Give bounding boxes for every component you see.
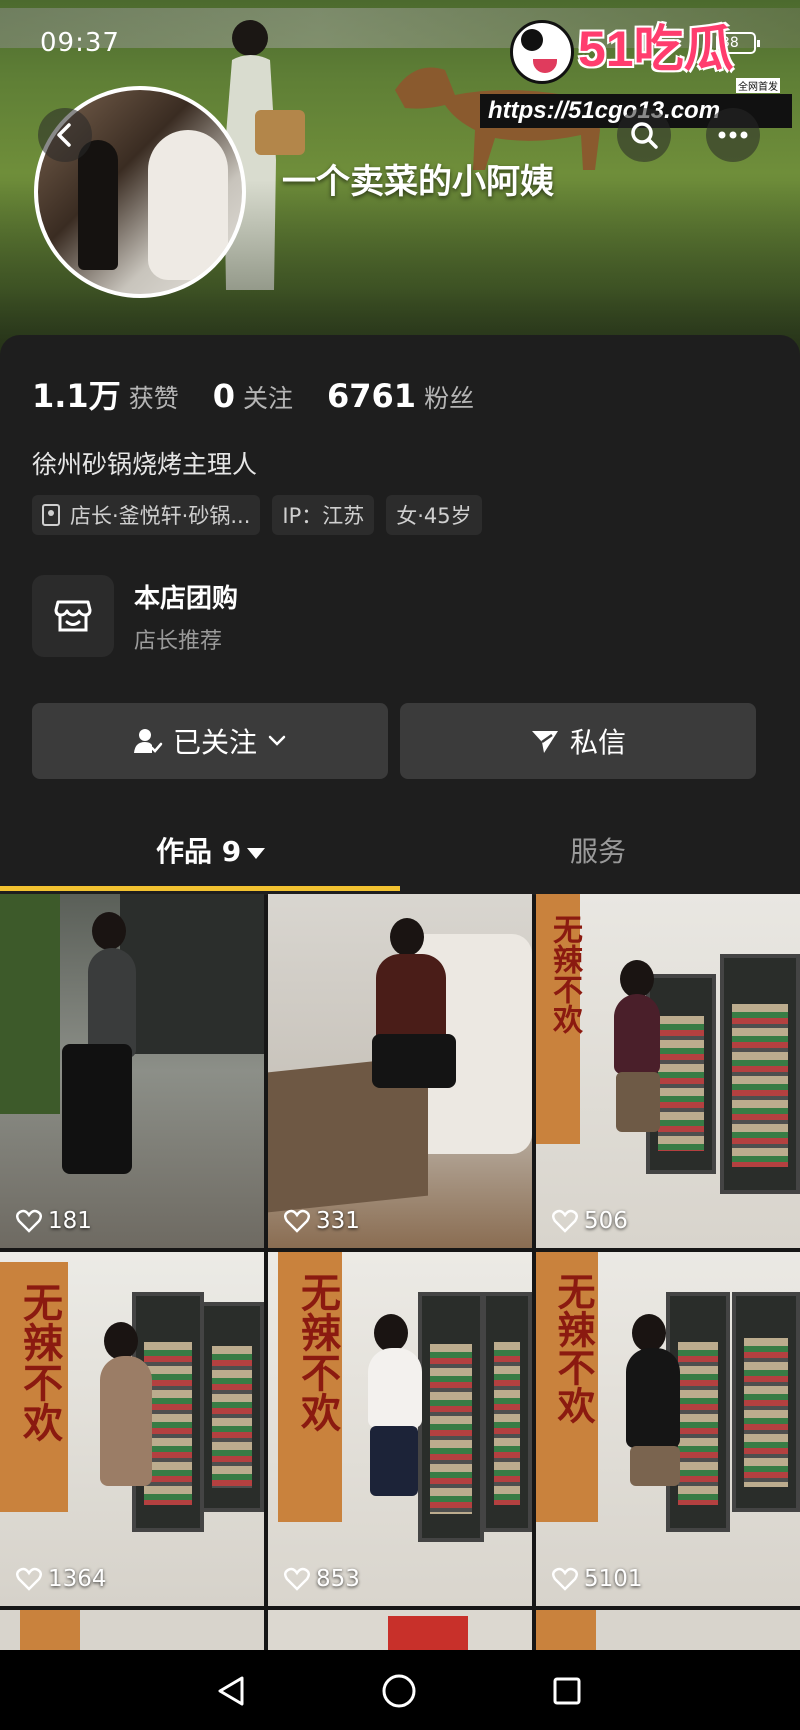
following-button[interactable]: 已关注 xyxy=(32,703,388,779)
heart-icon xyxy=(16,1567,42,1591)
video-thumb[interactable]: 181 xyxy=(0,894,264,1248)
video-likes-count: 853 xyxy=(316,1566,360,1592)
banner-text: 无辣不欢 xyxy=(551,1272,595,1424)
square-recents-icon xyxy=(553,1677,581,1705)
video-thumb[interactable]: 无辣不欢 506 xyxy=(536,894,800,1248)
search-icon xyxy=(631,122,658,149)
watermark-tag: 全网首发 xyxy=(736,78,780,93)
profile-tags: 店长·釜悦轩·砂锅... IP：江苏 女·45岁 xyxy=(32,495,494,535)
tag-gender-age-label: 女·45岁 xyxy=(396,504,472,528)
nav-back-button[interactable] xyxy=(208,1668,254,1714)
tag-store-label: 店长·釜悦轩·砂锅... xyxy=(70,504,251,528)
store-icon xyxy=(32,575,114,657)
tag-ip-label: IP：江苏 xyxy=(282,504,365,528)
group-buy-subtitle: 店长推荐 xyxy=(134,628,223,654)
circle-home-icon xyxy=(382,1674,416,1708)
video-grid: 181 331 无辣不欢 506 无辣不欢 1364 无辣不欢 853 无辣不欢… xyxy=(0,894,800,1650)
tab-service[interactable]: 服务 xyxy=(570,830,626,870)
stat-likes-label: 获赞 xyxy=(128,384,179,413)
heart-icon xyxy=(552,1567,578,1591)
following-label: 已关注 xyxy=(172,726,257,759)
video-thumb[interactable] xyxy=(268,1610,532,1650)
user-check-icon xyxy=(133,729,163,753)
video-thumb[interactable]: 无辣不欢 5101 xyxy=(536,1252,800,1606)
video-likes-count: 1364 xyxy=(48,1566,107,1592)
mascot-logo-icon xyxy=(510,20,574,84)
id-card-icon xyxy=(42,504,60,526)
system-nav-bar xyxy=(0,1650,800,1730)
more-dots-icon xyxy=(718,131,748,139)
group-buy-entry[interactable]: 本店团购 店长推荐 xyxy=(32,575,238,657)
video-likes: 5101 xyxy=(552,1566,643,1592)
message-label: 私信 xyxy=(569,726,626,759)
stat-following[interactable]: 0 关注 xyxy=(213,377,293,415)
tag-gender-age: 女·45岁 xyxy=(386,495,482,535)
triangle-back-icon xyxy=(218,1676,244,1706)
heart-icon xyxy=(16,1209,42,1233)
video-likes: 506 xyxy=(552,1208,628,1234)
tab-works[interactable]: 作品 9 xyxy=(156,830,266,870)
status-time: 09:37 xyxy=(40,28,120,58)
profile-stats: 1.1万 获赞 0 关注 6761 粉丝 xyxy=(32,371,508,417)
profile-tabs: 作品 9 服务 xyxy=(0,800,800,892)
avatar-bust xyxy=(148,130,228,280)
video-likes: 1364 xyxy=(16,1566,107,1592)
stat-following-label: 关注 xyxy=(242,384,293,413)
chevron-down-icon xyxy=(268,735,286,746)
video-thumb[interactable]: 331 xyxy=(268,894,532,1248)
tab-works-label: 作品 9 xyxy=(156,835,242,868)
profile-bio: 徐州砂锅烧烤主理人 xyxy=(32,450,258,479)
video-thumb[interactable]: 无辣不欢 1364 xyxy=(0,1252,264,1606)
search-button[interactable] xyxy=(617,108,671,162)
video-thumb[interactable]: 无辣不欢 853 xyxy=(268,1252,532,1606)
banner-text: 无辣不欢 xyxy=(294,1272,340,1432)
video-likes: 853 xyxy=(284,1566,360,1592)
video-likes-count: 331 xyxy=(316,1208,360,1234)
video-likes: 181 xyxy=(16,1208,92,1234)
watermark-brand: 51吃瓜 xyxy=(578,21,734,77)
caret-down-icon xyxy=(247,847,266,859)
video-thumb[interactable] xyxy=(536,1610,800,1650)
avatar-figure xyxy=(78,140,118,270)
heart-icon xyxy=(284,1567,310,1591)
stat-likes[interactable]: 1.1万 获赞 xyxy=(32,371,179,417)
stat-followers-label: 粉丝 xyxy=(424,384,475,413)
video-thumb[interactable] xyxy=(0,1610,264,1650)
tab-active-indicator xyxy=(0,886,400,891)
chevron-left-icon xyxy=(57,123,71,147)
stat-followers-value: 6761 xyxy=(327,377,417,415)
video-likes-count: 5101 xyxy=(584,1566,643,1592)
nav-recents-button[interactable] xyxy=(544,1668,590,1714)
back-button[interactable] xyxy=(38,108,92,162)
group-buy-title: 本店团购 xyxy=(134,583,239,614)
stat-likes-value: 1.1万 xyxy=(32,377,121,415)
banner-text: 无辣不欢 xyxy=(547,914,582,1034)
video-likes-count: 506 xyxy=(584,1208,628,1234)
heart-icon xyxy=(284,1209,310,1233)
tag-store[interactable]: 店长·釜悦轩·砂锅... xyxy=(32,495,261,535)
stat-followers[interactable]: 6761 粉丝 xyxy=(327,377,474,415)
video-likes-count: 181 xyxy=(48,1208,92,1234)
video-likes: 331 xyxy=(284,1208,360,1234)
nav-home-button[interactable] xyxy=(376,1668,422,1714)
heart-icon xyxy=(552,1209,578,1233)
tag-ip: IP：江苏 xyxy=(272,495,375,535)
stat-following-value: 0 xyxy=(212,377,235,415)
banner-text: 无辣不欢 xyxy=(16,1282,62,1442)
profile-nickname: 一个卖菜的小阿姨 xyxy=(282,162,554,202)
send-icon xyxy=(531,731,558,753)
message-button[interactable]: 私信 xyxy=(400,703,756,779)
more-button[interactable] xyxy=(706,108,760,162)
